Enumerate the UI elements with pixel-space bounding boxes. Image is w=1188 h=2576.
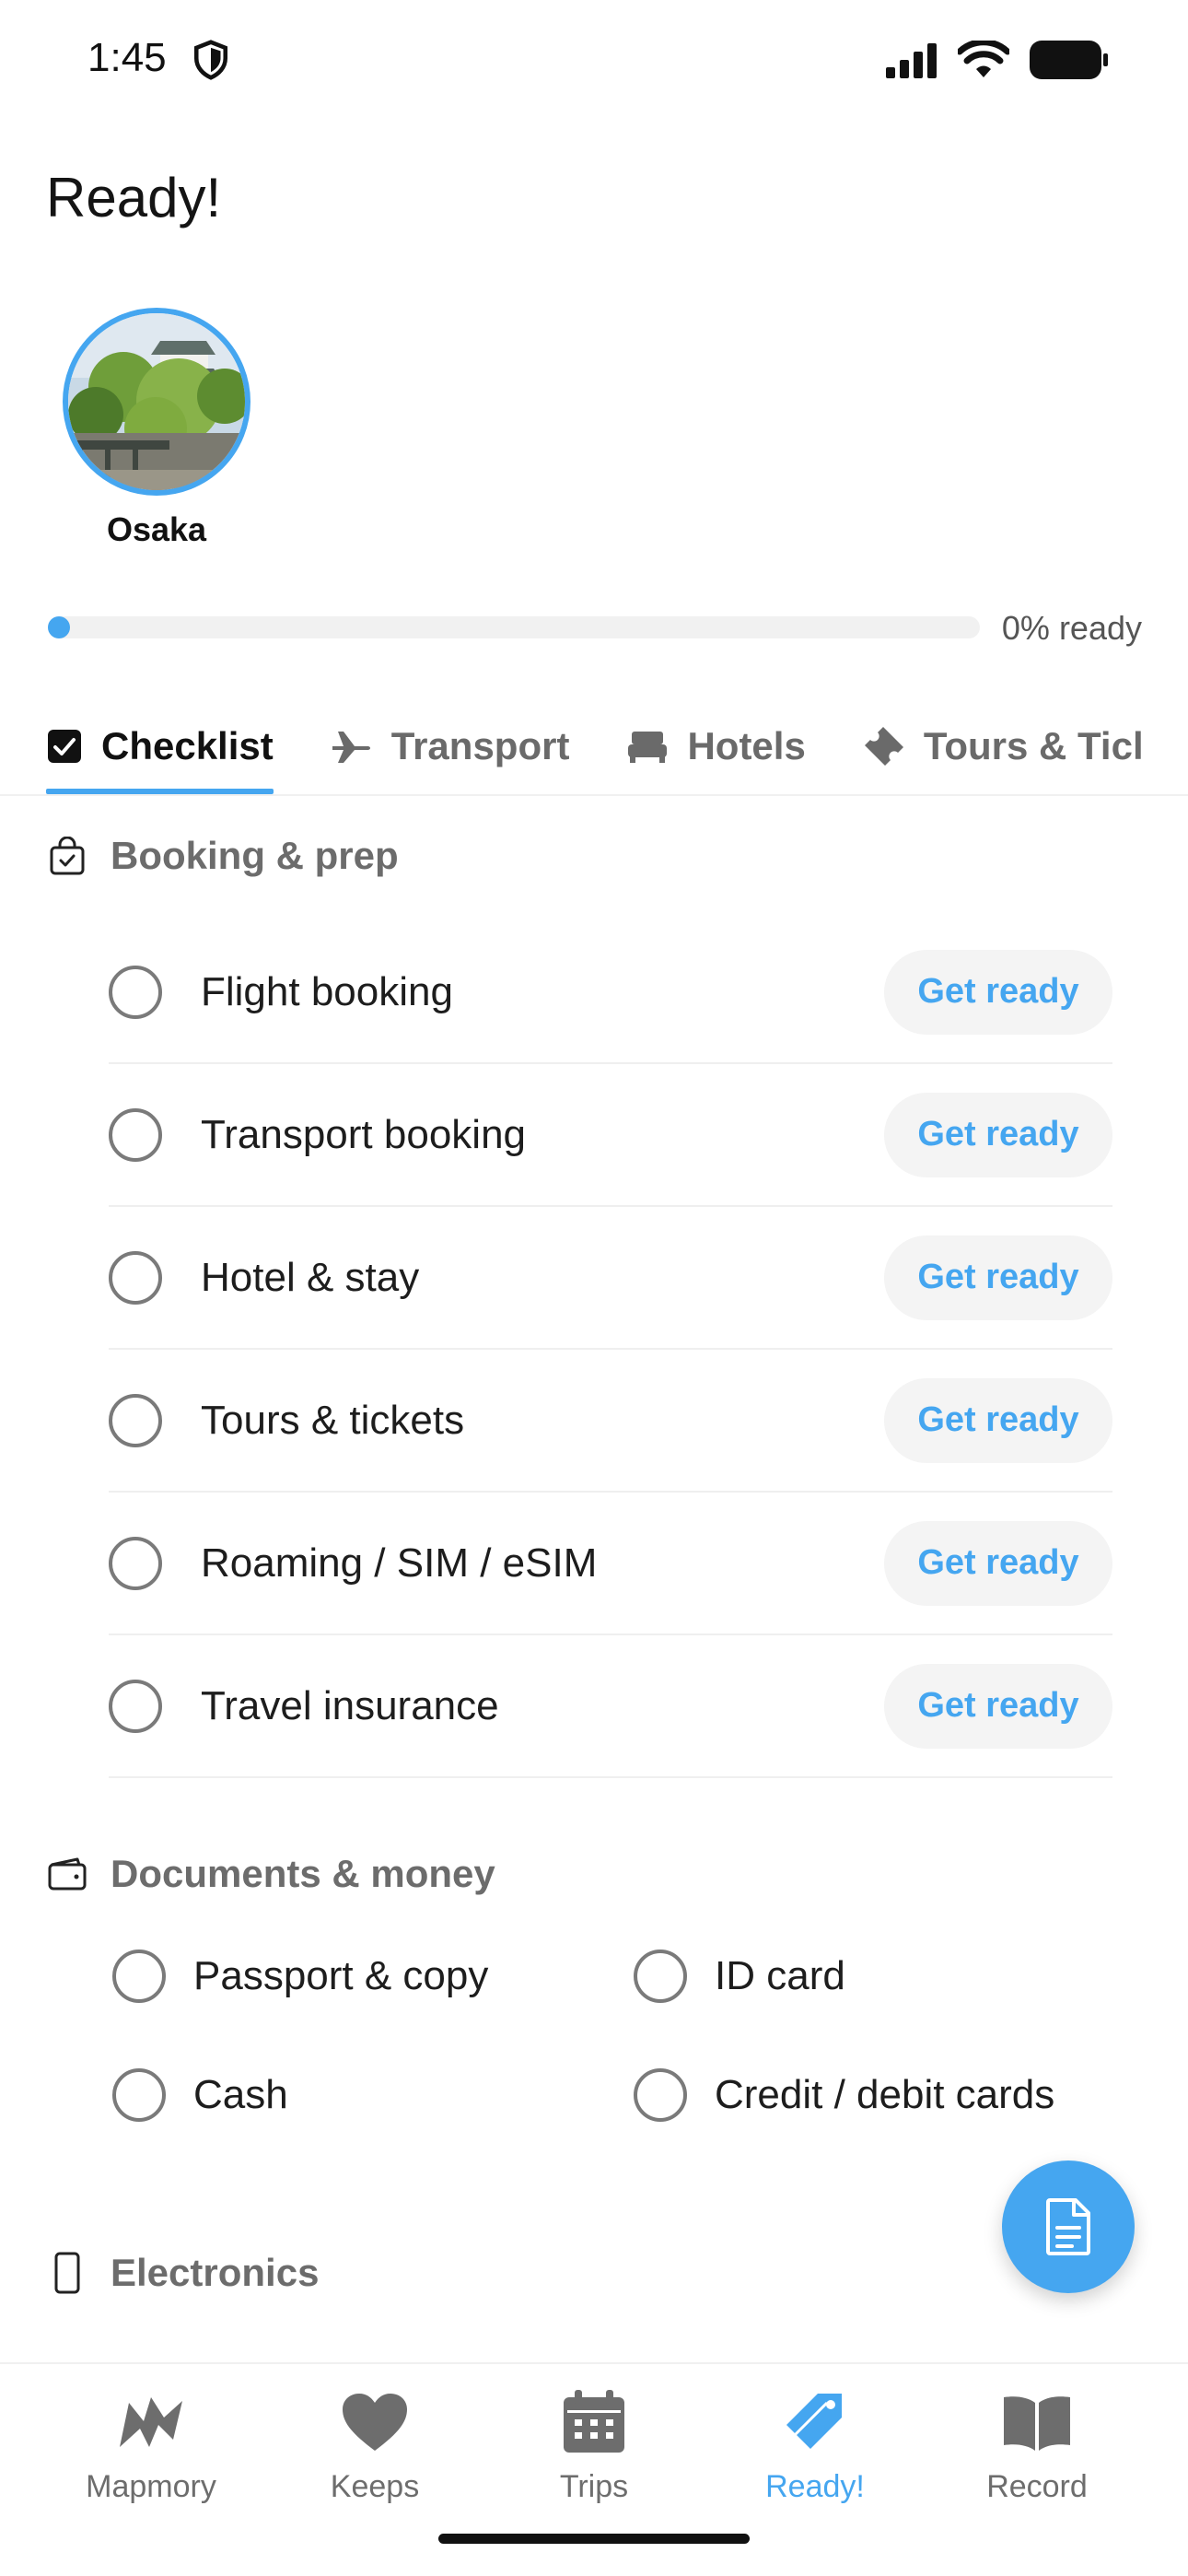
item-checkbox[interactable] [634,2068,687,2122]
checklist-item-travel-insurance: Travel insurance Get ready [109,1635,1112,1778]
destination-card[interactable]: Osaka [63,308,250,549]
checklist-item-flight-booking: Flight booking Get ready [109,921,1112,1064]
status-time: 1:45 [87,35,167,80]
book-icon [1004,2396,1070,2451]
checklist-item-cards: Credit / debit cards [634,2068,1054,2122]
item-checkbox[interactable] [634,1950,687,2003]
get-ready-button[interactable]: Get ready [884,1377,1112,1463]
progress-bar-fill [48,616,70,638]
nav-keeps[interactable]: Keeps [274,2383,476,2505]
get-ready-button[interactable]: Get ready [884,1663,1112,1749]
bottom-nav: Mapmory Keeps Trips Ready! Record [0,2362,1188,2576]
checkbox-icon [48,730,81,763]
document-icon [1046,2198,1090,2255]
item-label: Flight booking [201,968,453,1014]
tab-label: Transport [390,724,570,767]
nav-label: Mapmory [86,2469,216,2504]
section-booking-header: Booking & prep [48,834,399,878]
item-checkbox[interactable] [109,1536,162,1590]
section-title: Booking & prep [111,834,399,877]
item-checkbox[interactable] [109,1679,162,1733]
section-electronics-header: Electronics [48,2251,319,2295]
status-bar: 1:45 [0,0,1188,120]
progress-bar [48,616,980,638]
item-label: Travel insurance [201,1682,499,1728]
page-title: Ready! [46,167,222,228]
airplane-icon [332,732,370,763]
signal-icon [886,43,937,78]
category-tabs: Checklist Transport Hotels Tours & Ticl [46,700,1188,796]
item-label: Transport booking [201,1111,527,1157]
nav-label: Record [986,2469,1088,2504]
tab-label: Hotels [687,724,806,767]
item-label: Credit / debit cards [715,2072,1055,2117]
item-checkbox[interactable] [112,2068,166,2122]
get-ready-button[interactable]: Get ready [884,1520,1112,1606]
item-checkbox[interactable] [109,1250,162,1305]
tab-hotels[interactable]: Hotels [626,700,806,792]
calendar-icon [564,2390,624,2453]
tab-tours-tickets[interactable]: Tours & Ticl [863,700,1144,792]
tab-divider [0,794,1188,796]
map-brush-icon [120,2397,182,2447]
get-ready-button[interactable]: Get ready [884,1235,1112,1320]
nav-label: Trips [559,2469,629,2504]
osaka-castle-photo [68,313,245,490]
phone-icon [48,2252,87,2294]
shield-icon [193,40,228,80]
item-label: ID card [715,1953,845,1998]
wallet-icon [48,1855,87,1893]
nav-label: Ready! [765,2469,865,2504]
home-indicator [438,2534,750,2544]
checklist-item-transport-booking: Transport booking Get ready [109,1064,1112,1207]
booking-checklist: Flight booking Get ready Transport booki… [109,921,1112,1778]
item-checkbox[interactable] [109,965,162,1019]
checklist-item-tours-tickets: Tours & tickets Get ready [109,1350,1112,1493]
item-label: Passport & copy [193,1953,489,1998]
checklist-item-roaming-sim: Roaming / SIM / eSIM Get ready [109,1493,1112,1635]
checklist-item-passport: Passport & copy [112,1950,488,2003]
tab-transport[interactable]: Transport [331,700,570,792]
destination-name: Osaka [106,510,207,548]
get-ready-button[interactable]: Get ready [884,1092,1112,1177]
item-label: Tours & tickets [201,1397,465,1443]
checklist-item-cash: Cash [112,2068,288,2122]
nav-mapmory[interactable]: Mapmory [50,2383,252,2505]
nav-ready[interactable]: Ready! [714,2383,916,2505]
ticket-icon [864,727,903,766]
tag-icon [786,2394,842,2449]
destination-photo[interactable] [63,308,250,496]
section-title: Electronics [111,2251,320,2294]
battery-icon [1030,41,1108,79]
item-checkbox[interactable] [109,1107,162,1162]
bed-icon [628,732,668,763]
get-ready-button[interactable]: Get ready [884,949,1112,1035]
nav-record[interactable]: Record [936,2383,1138,2505]
tab-label: Checklist [101,724,274,767]
status-indicators [886,41,1109,79]
tab-checklist[interactable]: Checklist [46,700,274,794]
section-documents-header: Documents & money [48,1852,495,1896]
item-checkbox[interactable] [109,1393,162,1447]
nav-label: Keeps [330,2469,420,2504]
section-title: Documents & money [111,1852,495,1895]
wifi-icon [958,41,1009,77]
progress-label: 0% ready [1001,609,1142,647]
tab-label: Tours & Ticl [923,724,1144,767]
checklist-item-hotel-stay: Hotel & stay Get ready [109,1207,1112,1350]
notes-fab-button[interactable] [1002,2160,1135,2293]
checklist-item-id-card: ID card [634,1950,845,2003]
heart-icon [343,2394,407,2451]
shopping-bag-check-icon [48,837,87,875]
item-label: Cash [193,2072,288,2117]
item-label: Roaming / SIM / eSIM [201,1540,598,1586]
nav-trips[interactable]: Trips [493,2383,695,2505]
item-label: Hotel & stay [201,1254,420,1300]
item-checkbox[interactable] [112,1950,166,2003]
